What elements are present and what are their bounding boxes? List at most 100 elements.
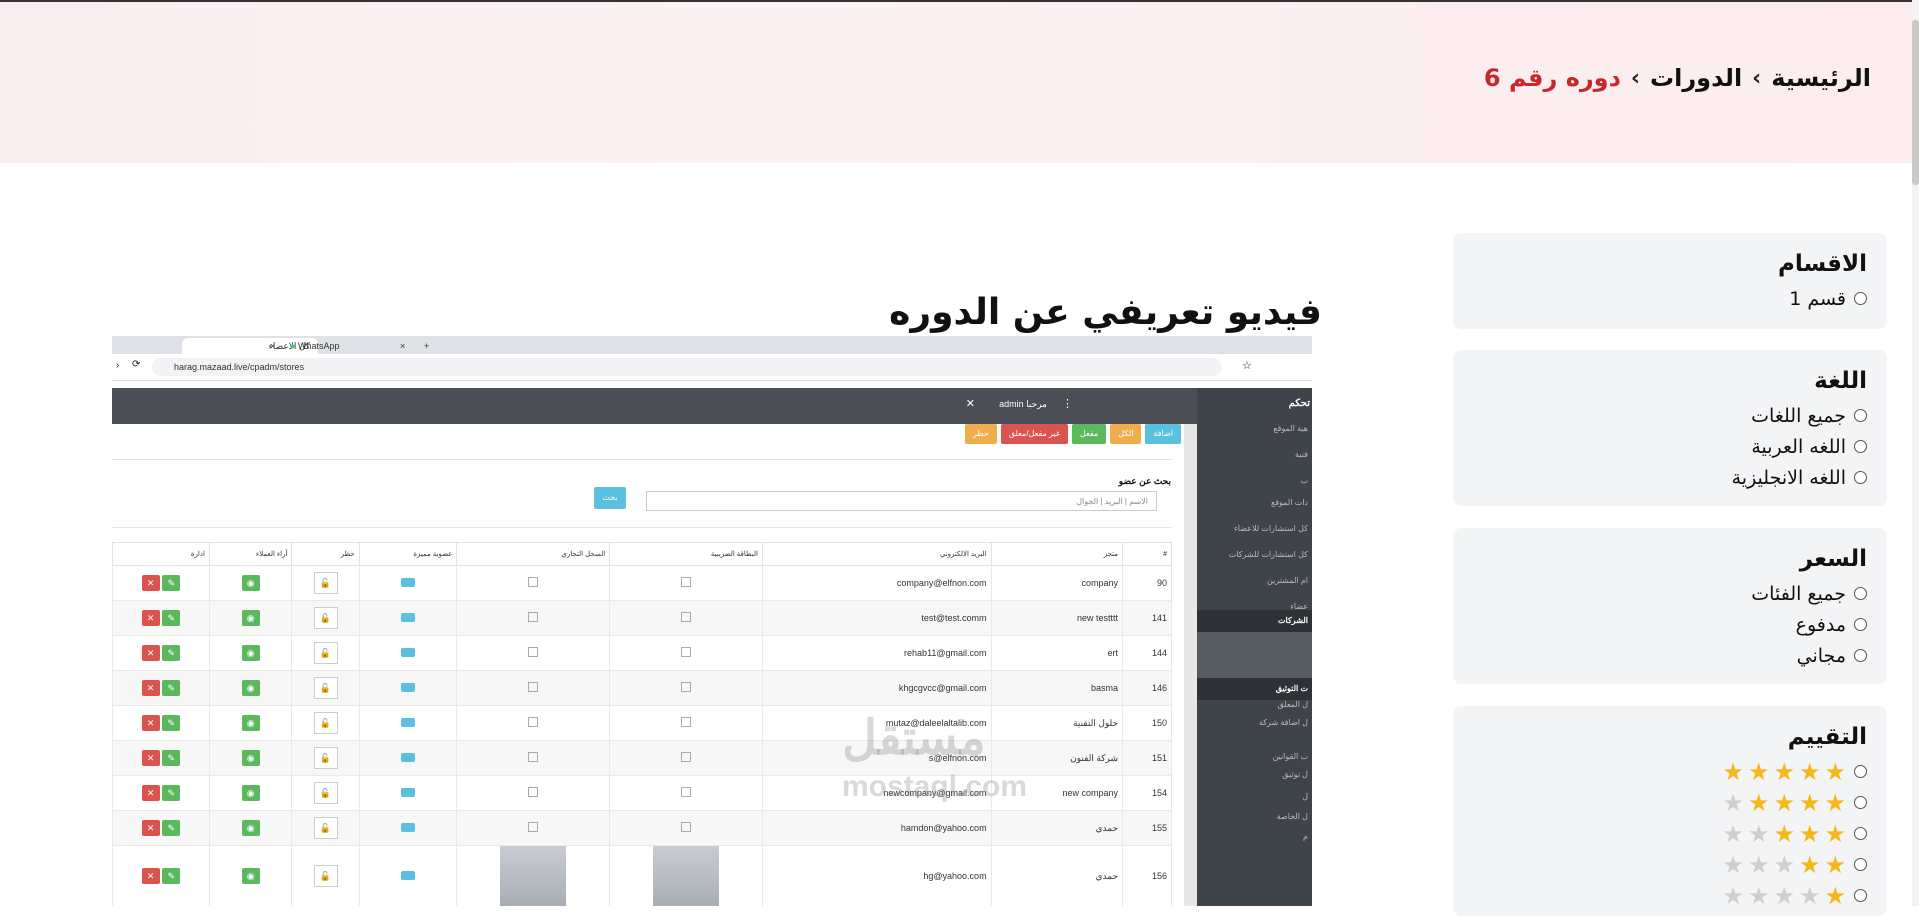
page-scrollbar[interactable] bbox=[1912, 0, 1919, 906]
unlock-icon[interactable]: 🔓 bbox=[313, 712, 338, 734]
delete-icon[interactable]: ✕ bbox=[141, 610, 160, 626]
radio-button[interactable] bbox=[1854, 858, 1867, 871]
sidebar-item[interactable]: ل توثيق bbox=[1282, 770, 1308, 779]
eye-icon[interactable]: ◉ bbox=[241, 610, 260, 626]
tag-icon[interactable] bbox=[400, 752, 415, 762]
delete-icon[interactable]: ✕ bbox=[141, 785, 160, 801]
filter-option-section-1[interactable]: قسم 1 bbox=[1453, 283, 1867, 314]
browser-tab-whatsapp[interactable]: ● WhatsApp bbox=[282, 338, 438, 354]
all-button[interactable]: الكل bbox=[1110, 424, 1142, 444]
tag-icon[interactable] bbox=[400, 787, 415, 797]
sidebar-item[interactable]: ل اضافة شركة bbox=[1259, 718, 1308, 727]
edit-icon[interactable]: ✎ bbox=[162, 610, 181, 626]
tag-icon[interactable] bbox=[400, 647, 415, 657]
delete-icon[interactable]: ✕ bbox=[141, 575, 160, 591]
filter-option-paid[interactable]: مدفوع bbox=[1453, 609, 1867, 640]
edit-icon[interactable]: ✎ bbox=[162, 680, 181, 696]
eye-icon[interactable]: ◉ bbox=[241, 750, 260, 766]
radio-button[interactable] bbox=[1854, 618, 1867, 631]
filter-option-rating[interactable]: ★ ★ ★ ★ ★ bbox=[1453, 756, 1867, 787]
edit-icon[interactable]: ✎ bbox=[162, 868, 181, 884]
tag-icon[interactable] bbox=[400, 822, 415, 832]
edit-icon[interactable]: ✎ bbox=[162, 715, 181, 731]
new-tab-icon[interactable]: + bbox=[416, 338, 437, 354]
filter-option-rating[interactable]: ★ ★ ★ ★ ★ bbox=[1453, 849, 1867, 880]
intro-video[interactable]: كل الاعضاء × ● WhatsApp × + › ⟳ harag.ma… bbox=[112, 336, 1312, 906]
radio-button[interactable] bbox=[1854, 889, 1867, 902]
document-thumbnail[interactable] bbox=[653, 846, 720, 906]
sidebar-item[interactable]: هية الموقع bbox=[1273, 424, 1308, 433]
eye-icon[interactable]: ◉ bbox=[241, 645, 260, 661]
edit-icon[interactable]: ✎ bbox=[162, 575, 181, 591]
add-button[interactable]: اضافة bbox=[1145, 424, 1181, 444]
sidebar-item[interactable]: ب bbox=[1300, 476, 1308, 485]
eye-icon[interactable]: ◉ bbox=[241, 785, 260, 801]
scrollbar-thumb[interactable] bbox=[1912, 20, 1919, 185]
unlock-icon[interactable]: 🔓 bbox=[313, 642, 338, 664]
sidebar-item[interactable]: ب القوانين bbox=[1272, 752, 1308, 761]
url-field[interactable]: harag.mazaad.live/cpadm/stores bbox=[152, 358, 1222, 376]
star-icon[interactable]: ☆ bbox=[1242, 359, 1252, 372]
search-button[interactable]: بحث bbox=[594, 487, 626, 509]
tag-icon[interactable] bbox=[400, 577, 415, 587]
radio-button[interactable] bbox=[1854, 827, 1867, 840]
radio-button[interactable] bbox=[1854, 765, 1867, 778]
breadcrumb-courses[interactable]: الدورات bbox=[1650, 64, 1742, 92]
unlock-icon[interactable]: 🔓 bbox=[313, 782, 338, 804]
close-icon[interactable]: × bbox=[262, 338, 283, 354]
block-button[interactable]: حظر bbox=[964, 424, 997, 444]
filter-option-all-prices[interactable]: جميع الفئات bbox=[1453, 578, 1867, 609]
eye-icon[interactable]: ◉ bbox=[241, 715, 260, 731]
eye-icon[interactable]: ◉ bbox=[241, 680, 260, 696]
eye-icon[interactable]: ◉ bbox=[241, 575, 260, 591]
radio-button[interactable] bbox=[1854, 409, 1867, 422]
radio-button[interactable] bbox=[1854, 796, 1867, 809]
sidebar-item[interactable]: ل الخاصة bbox=[1277, 812, 1308, 821]
unlock-icon[interactable]: 🔓 bbox=[313, 865, 338, 887]
filter-option-rating[interactable]: ★ ★ ★ ★ ★ bbox=[1453, 880, 1867, 911]
tag-icon[interactable] bbox=[400, 717, 415, 727]
edit-icon[interactable]: ✎ bbox=[162, 820, 181, 836]
delete-icon[interactable]: ✕ bbox=[141, 750, 160, 766]
unlock-icon[interactable]: 🔓 bbox=[313, 607, 338, 629]
sidebar-item[interactable]: ل bbox=[1302, 792, 1308, 801]
radio-button[interactable] bbox=[1854, 587, 1867, 600]
sidebar-item[interactable]: كل استشارات للاعضاء bbox=[1234, 524, 1308, 533]
filter-option-arabic[interactable]: اللغه العربية bbox=[1453, 431, 1867, 462]
filter-option-english[interactable]: اللغه الانجليزية bbox=[1453, 462, 1867, 493]
sidebar-item[interactable]: فنية bbox=[1295, 450, 1308, 459]
unlock-icon[interactable]: 🔓 bbox=[313, 747, 338, 769]
edit-icon[interactable]: ✎ bbox=[162, 750, 181, 766]
filter-option-rating[interactable]: ★ ★ ★ ★ ★ bbox=[1453, 818, 1867, 849]
radio-button[interactable] bbox=[1854, 440, 1867, 453]
sidebar-item[interactable]: دات الموقع bbox=[1271, 498, 1308, 507]
unlock-icon[interactable]: 🔓 bbox=[313, 817, 338, 839]
active-button[interactable]: مفعل bbox=[1072, 424, 1107, 444]
content-scrollbar[interactable] bbox=[1184, 424, 1197, 906]
sidebar-item[interactable]: ل المعلق bbox=[1278, 700, 1309, 709]
tag-icon[interactable] bbox=[400, 612, 415, 622]
tag-icon[interactable] bbox=[400, 870, 415, 880]
sidebar-section-verification[interactable]: ت التوثيق bbox=[1197, 678, 1312, 700]
close-icon[interactable]: × bbox=[392, 338, 413, 354]
radio-button[interactable] bbox=[1854, 471, 1867, 484]
chevron-right-icon[interactable]: › bbox=[116, 360, 119, 371]
eye-icon[interactable]: ◉ bbox=[241, 868, 260, 884]
radio-button[interactable] bbox=[1854, 649, 1867, 662]
filter-option-rating[interactable]: ★ ★ ★ ★ ★ bbox=[1453, 787, 1867, 818]
sidebar-item[interactable]: ام المشترين bbox=[1267, 576, 1308, 585]
edit-icon[interactable]: ✎ bbox=[162, 645, 181, 661]
delete-icon[interactable]: ✕ bbox=[141, 715, 160, 731]
reload-icon[interactable]: ⟳ bbox=[132, 359, 140, 370]
menu-dots-icon[interactable]: ⋮ bbox=[1062, 397, 1073, 410]
document-thumbnail[interactable] bbox=[500, 846, 567, 906]
member-search-input[interactable]: الاسم | البريد | الجوال bbox=[646, 491, 1157, 511]
unlock-icon[interactable]: 🔓 bbox=[313, 572, 338, 594]
eye-icon[interactable]: ◉ bbox=[241, 820, 260, 836]
sidebar-section-companies[interactable]: الشركات bbox=[1197, 610, 1312, 632]
radio-button[interactable] bbox=[1854, 292, 1867, 305]
edit-icon[interactable]: ✎ bbox=[162, 785, 181, 801]
delete-icon[interactable]: ✕ bbox=[141, 680, 160, 696]
delete-icon[interactable]: ✕ bbox=[141, 820, 160, 836]
sidebar-item[interactable]: م bbox=[1303, 832, 1308, 841]
